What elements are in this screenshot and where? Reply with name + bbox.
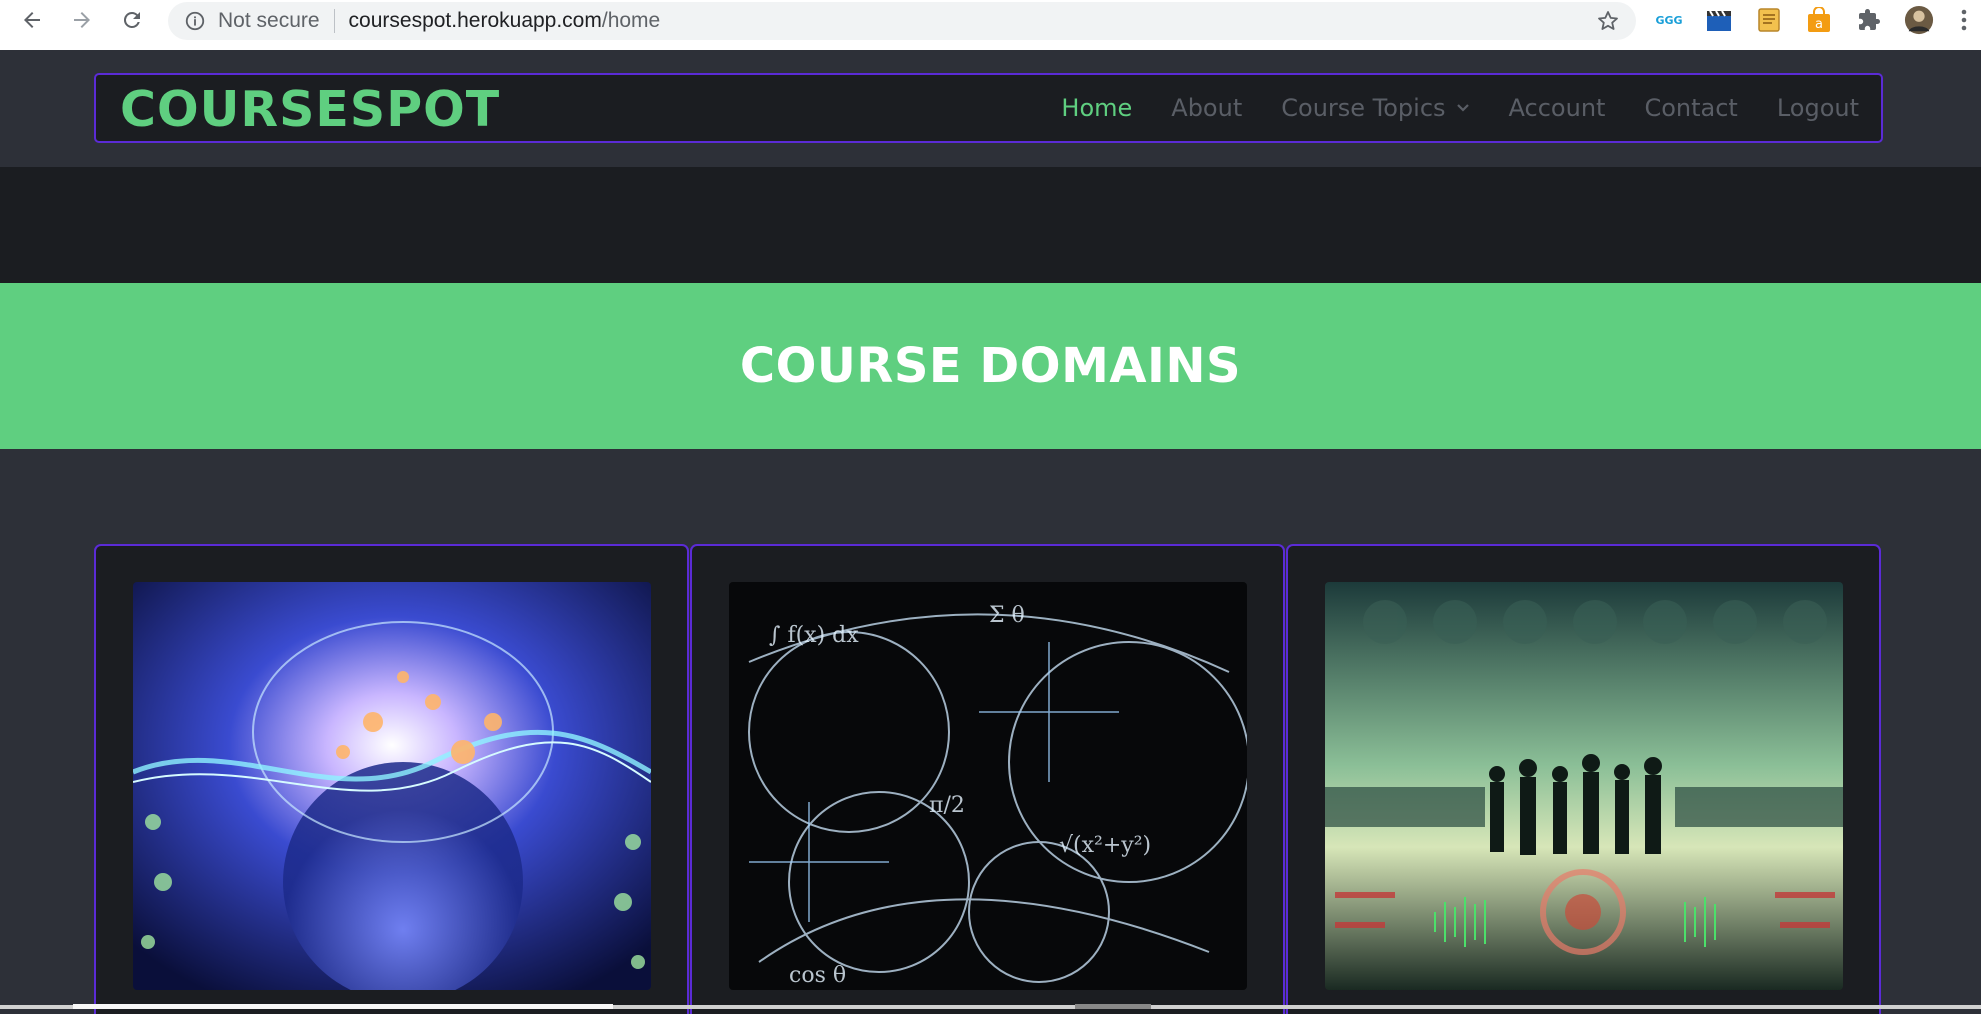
forward-button[interactable] (62, 0, 102, 40)
page: COURSESPOT Home About Course Topics Acco… (0, 50, 1981, 1014)
url-host: coursespot.herokuapp.com (348, 9, 602, 32)
section-title: COURSE DOMAINS (739, 338, 1242, 394)
course-domain-card[interactable] (1286, 544, 1881, 1014)
reload-icon (123, 11, 140, 28)
svg-text:Σ θ: Σ θ (989, 603, 1025, 628)
back-arrow-icon (24, 12, 40, 28)
ggg-icon[interactable]: GGG (1654, 5, 1684, 35)
course-domain-card[interactable]: ∫ f(x) dx Σ θ √(x²+y²) cos θ π/2 (690, 544, 1285, 1014)
svg-text:√(x²+y²): √(x²+y²) (1059, 833, 1151, 858)
nav-link-logout[interactable]: Logout (1777, 94, 1859, 122)
profile-avatar[interactable] (1904, 5, 1934, 35)
course-domain-card[interactable] (94, 544, 689, 1014)
scrollbar-thumb[interactable] (73, 1004, 613, 1009)
nav-link-about[interactable]: About (1171, 94, 1242, 122)
nav-link-account[interactable]: Account (1509, 94, 1606, 122)
bookmark-star-icon[interactable] (1596, 9, 1620, 33)
site-navbar: COURSESPOT Home About Course Topics Acco… (94, 73, 1883, 143)
nav-link-course-topics[interactable]: Course Topics (1281, 94, 1469, 122)
url-path: /home (601, 9, 661, 32)
nav-menu: Home About Course Topics Account Contact… (1022, 75, 1859, 141)
shopping-bag-icon[interactable]: a (1804, 5, 1834, 35)
svg-text:cos θ: cos θ (789, 963, 846, 988)
chevron-down-icon (1456, 104, 1469, 112)
svg-text:∫ f(x) dx: ∫ f(x) dx (769, 623, 859, 648)
nav-link-home[interactable]: Home (1061, 94, 1132, 122)
forward-arrow-icon (74, 12, 90, 28)
scrollbar-marker (1075, 1004, 1151, 1009)
browser-toolbar: Not secure coursespot.herokuapp.com/home… (0, 0, 1981, 50)
business-world-image[interactable] (1325, 582, 1843, 990)
notes-icon[interactable] (1754, 5, 1784, 35)
security-label: Not secure (218, 9, 320, 32)
clapperboard-icon[interactable] (1704, 5, 1734, 35)
reload-button[interactable] (112, 0, 152, 40)
puzzle-icon[interactable] (1854, 5, 1884, 35)
nav-link-contact[interactable]: Contact (1644, 94, 1737, 122)
back-button[interactable] (12, 0, 52, 40)
section-header: COURSE DOMAINS (0, 283, 1981, 449)
svg-text:a: a (1815, 17, 1823, 32)
svg-text:π/2: π/2 (929, 793, 965, 818)
site-logo[interactable]: COURSESPOT (120, 81, 500, 138)
math-formulas-image[interactable]: ∫ f(x) dx Σ θ √(x²+y²) cos θ π/2 (729, 582, 1247, 990)
hero-spacer (0, 167, 1981, 283)
address-bar[interactable]: Not secure coursespot.herokuapp.com/home (168, 2, 1636, 40)
nav-link-course-topics-label: Course Topics (1281, 94, 1446, 122)
browser-menu-icon[interactable] (1954, 5, 1974, 35)
omnibox-divider (333, 9, 335, 33)
ai-brain-image[interactable] (133, 582, 651, 990)
info-icon (185, 11, 205, 31)
